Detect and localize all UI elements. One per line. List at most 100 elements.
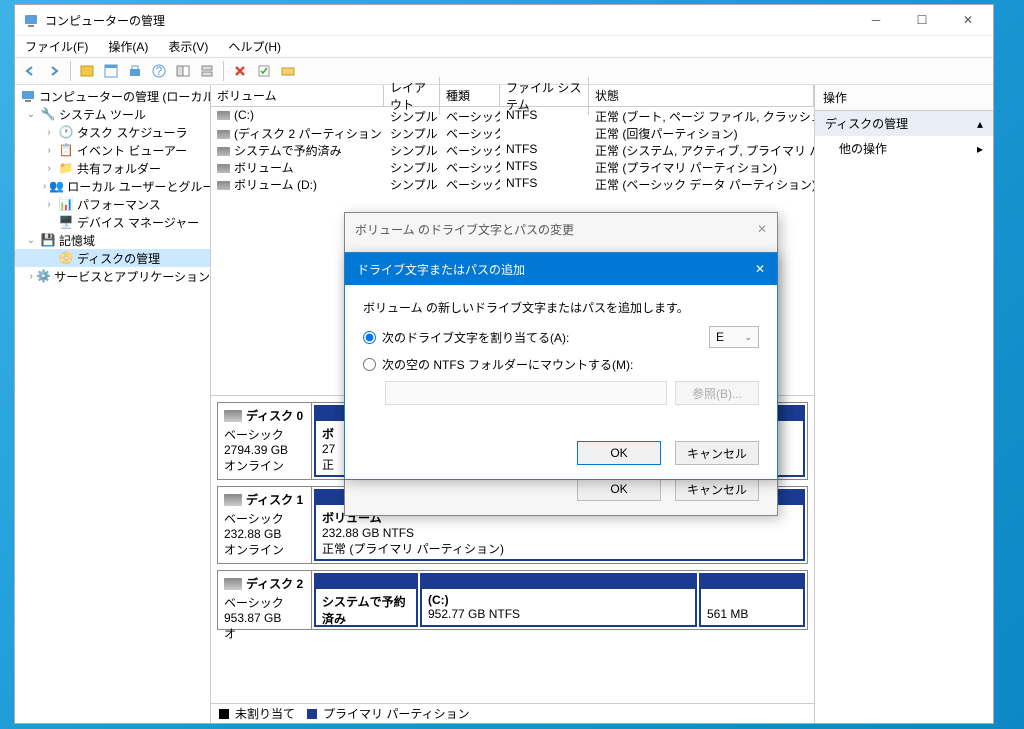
drive-icon [217,111,230,120]
folder-icon: 📁 [58,160,74,176]
window-title: コンピューターの管理 [45,12,165,29]
actions-other[interactable]: 他の操作▸ [815,136,993,161]
close-button[interactable]: ✕ [945,5,991,35]
disk-icon [224,578,242,590]
legend-swatch-unalloc [219,709,229,719]
computer-icon [20,88,36,104]
tb-icon[interactable] [253,60,275,82]
expand-icon[interactable]: › [43,181,46,192]
disk-icon [224,410,242,422]
tb-icon[interactable] [100,60,122,82]
dialog-titlebar[interactable]: ボリューム のドライブ文字とパスの変更 ✕ [345,213,777,245]
help-icon[interactable]: ? [148,60,170,82]
tb-icon[interactable] [196,60,218,82]
partition[interactable]: 561 MB [699,573,805,627]
tree-item[interactable]: 🖥️デバイス マネージャー [15,213,210,231]
delete-icon[interactable] [229,60,251,82]
back-button[interactable] [19,60,41,82]
volume-header: ボリューム レイアウト 種類 ファイル システム 状態 [211,85,814,107]
close-icon[interactable]: ✕ [757,222,767,236]
tree-services[interactable]: ›⚙️サービスとアプリケーション [15,267,210,285]
forward-button[interactable] [43,60,65,82]
tree-item[interactable]: ›📊パフォーマンス [15,195,210,213]
volume-row[interactable]: システムで予約済みシンプルベーシックNTFS正常 (システム, アクティブ, プ… [211,141,814,158]
collapse-icon[interactable]: ⌄ [25,235,37,246]
tree-system-tools[interactable]: ⌄🔧システム ツール [15,105,210,123]
radio-input[interactable] [363,331,376,344]
menu-file[interactable]: ファイル(F) [21,36,92,57]
col-type[interactable]: 種類 [440,85,500,106]
maximize-button[interactable]: ☐ [899,5,945,35]
collapse-icon[interactable]: ⌄ [25,109,37,120]
disk-row[interactable]: ディスク 2 ベーシック 953.87 GB オ システムで予約済み 559 M… [217,570,808,630]
tree-root[interactable]: コンピューターの管理 (ローカル) [15,87,210,105]
tree-item[interactable]: ›🕐タスク スケジューラ [15,123,210,141]
titlebar[interactable]: コンピューターの管理 ─ ☐ ✕ [15,5,993,35]
menubar: ファイル(F) 操作(A) 表示(V) ヘルプ(H) [15,35,993,57]
drive-icon [217,147,230,156]
radio-input[interactable] [363,358,376,371]
storage-icon: 💾 [40,232,56,248]
volume-row[interactable]: ボリューム (D:)シンプルベーシックNTFS正常 (ベーシック データ パーテ… [211,175,814,192]
actions-panel: 操作 ディスクの管理▴ 他の操作▸ [815,85,993,723]
legend-swatch-primary [307,709,317,719]
services-icon: ⚙️ [36,268,51,284]
drive-icon [217,181,230,190]
tb-icon[interactable] [124,60,146,82]
browse-button: 参照(B)... [675,381,759,405]
event-icon: 📋 [58,142,74,158]
close-icon[interactable]: ✕ [755,262,765,276]
volume-row[interactable]: (C:)シンプルベーシックNTFS正常 (ブート, ページ ファイル, クラッシ… [211,107,814,124]
menu-action[interactable]: 操作(A) [104,36,152,57]
volume-row[interactable]: ボリュームシンプルベーシックNTFS正常 (プライマリ パーティション) [211,158,814,175]
expand-icon[interactable]: › [43,127,55,138]
col-volume[interactable]: ボリューム [211,85,384,106]
perf-icon: 📊 [58,196,74,212]
tree-storage[interactable]: ⌄💾記憶域 [15,231,210,249]
disk-icon: 📀 [58,250,74,266]
cancel-button[interactable]: キャンセル [675,441,759,465]
app-icon [23,12,39,28]
legend: 未割り当て プライマリ パーティション [211,703,814,723]
users-icon: 👥 [49,178,64,194]
ok-button[interactable]: OK [577,477,661,501]
device-icon: 🖥️ [58,214,74,230]
dialog-titlebar[interactable]: ドライブ文字またはパスの追加 ✕ [345,253,777,285]
scheduler-icon: 🕐 [58,124,74,140]
ok-button[interactable]: OK [577,441,661,465]
expand-icon[interactable]: › [43,163,55,174]
chevron-down-icon: ⌄ [744,332,752,343]
tree-disk-mgmt[interactable]: 📀ディスクの管理 [15,249,210,267]
minimize-button[interactable]: ─ [853,5,899,35]
disk-info: ディスク 0 ベーシック 2794.39 GB オンライン [218,403,312,479]
col-status[interactable]: 状態 [589,85,814,106]
partition[interactable]: システムで予約済み 559 MB NTFS [314,573,418,627]
partition[interactable]: (C:) 952.77 GB NTFS [420,573,697,627]
svg-text:?: ? [156,64,163,78]
drive-icon [217,130,230,139]
tree-item[interactable]: ›👥ローカル ユーザーとグループ [15,177,210,195]
tree-panel: コンピューターの管理 (ローカル) ⌄🔧システム ツール ›🕐タスク スケジュー… [15,85,211,723]
volume-row[interactable]: (ディスク 2 パーティション 3)シンプルベーシック正常 (回復パーティション… [211,124,814,141]
dialog-message: ボリューム の新しいドライブ文字またはパスを追加します。 [363,299,759,316]
drive-letter-select[interactable]: E ⌄ [709,326,759,348]
tree-item[interactable]: ›📋イベント ビューアー [15,141,210,159]
expand-icon[interactable]: › [29,271,33,282]
radio-mount-folder[interactable]: 次の空の NTFS フォルダーにマウントする(M): [363,356,759,373]
actions-disk-mgmt[interactable]: ディスクの管理▴ [815,111,993,136]
tb-icon[interactable] [76,60,98,82]
chevron-right-icon: ▸ [977,142,983,156]
tree-item[interactable]: ›📁共有フォルダー [15,159,210,177]
tb-icon[interactable] [277,60,299,82]
mount-path-input [385,381,667,405]
radio-assign-letter[interactable]: 次のドライブ文字を割り当てる(A): E ⌄ [363,326,759,348]
add-drive-letter-dialog: ドライブ文字またはパスの追加 ✕ ボリューム の新しいドライブ文字またはパスを追… [344,252,778,480]
expand-icon[interactable]: › [43,145,55,156]
actions-header: 操作 [815,85,993,111]
menu-help[interactable]: ヘルプ(H) [224,36,285,57]
cancel-button[interactable]: キャンセル [675,477,759,501]
tb-icon[interactable] [172,60,194,82]
menu-view[interactable]: 表示(V) [164,36,212,57]
expand-icon[interactable]: › [43,199,55,210]
tools-icon: 🔧 [40,106,56,122]
